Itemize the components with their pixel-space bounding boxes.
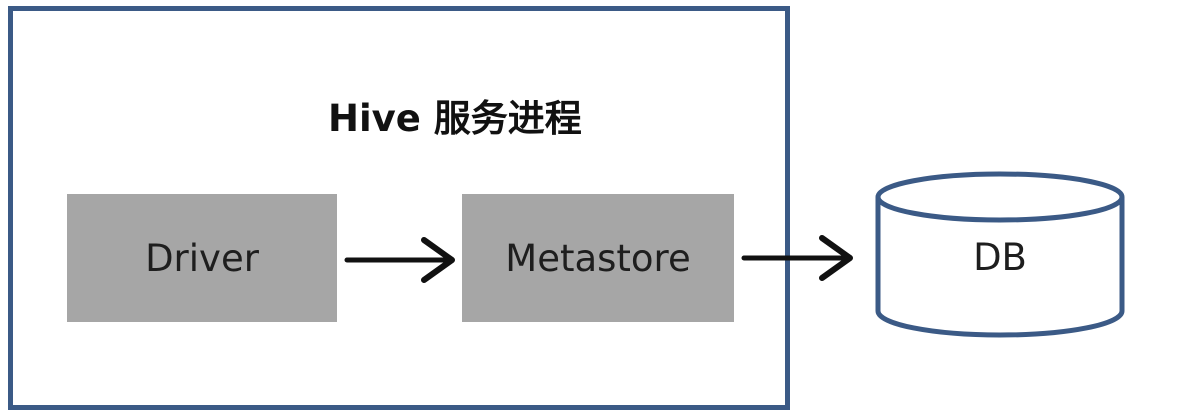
metastore-box: Metastore [462,194,734,322]
process-title: Hive 服务进程 [328,97,582,140]
driver-label: Driver [145,236,259,280]
arrow-head [819,235,853,281]
driver-box: Driver [67,194,337,322]
database-top [875,171,1125,223]
database-label: DB [973,236,1027,279]
metastore-label: Metastore [505,236,691,280]
